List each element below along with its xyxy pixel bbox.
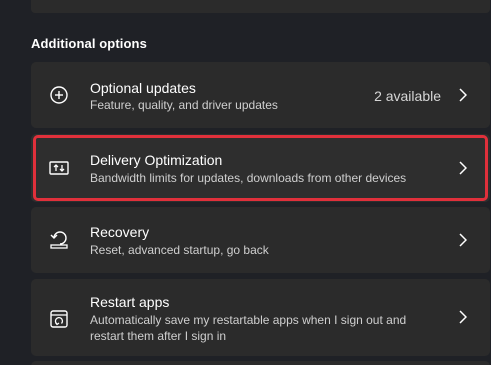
chevron-right-icon xyxy=(458,88,468,102)
delivery-optimization-card[interactable]: Delivery Optimization Bandwidth limits f… xyxy=(31,134,490,202)
next-setting-card[interactable] xyxy=(31,361,490,365)
delivery-optimization-title: Delivery Optimization xyxy=(90,152,223,168)
plus-circle-icon xyxy=(46,82,72,108)
optional-updates-card[interactable]: Optional updates Feature, quality, and d… xyxy=(31,62,490,128)
optional-updates-title: Optional updates xyxy=(90,80,196,96)
chevron-right-icon xyxy=(458,161,468,175)
chevron-right-icon xyxy=(458,233,468,247)
previous-setting-card[interactable] xyxy=(31,0,490,13)
restart-apps-card[interactable]: Restart apps Automatically save my resta… xyxy=(31,279,490,356)
recovery-icon xyxy=(46,227,72,253)
optional-updates-description: Feature, quality, and driver updates xyxy=(90,98,278,112)
recovery-card[interactable]: Recovery Reset, advanced startup, go bac… xyxy=(31,207,490,273)
section-header: Additional options xyxy=(31,36,147,51)
recovery-title: Recovery xyxy=(90,224,150,240)
chevron-right-icon xyxy=(458,310,468,324)
delivery-optimization-icon xyxy=(46,155,72,181)
restart-apps-title: Restart apps xyxy=(90,294,170,310)
restart-apps-icon xyxy=(46,306,72,332)
restart-apps-description: Automatically save my restartable apps w… xyxy=(90,313,407,343)
settings-page: Additional options Optional updates Feat… xyxy=(0,0,491,365)
optional-updates-status: 2 available xyxy=(374,88,441,104)
recovery-description: Reset, advanced startup, go back xyxy=(90,243,269,257)
delivery-optimization-description: Bandwidth limits for updates, downloads … xyxy=(90,171,407,185)
